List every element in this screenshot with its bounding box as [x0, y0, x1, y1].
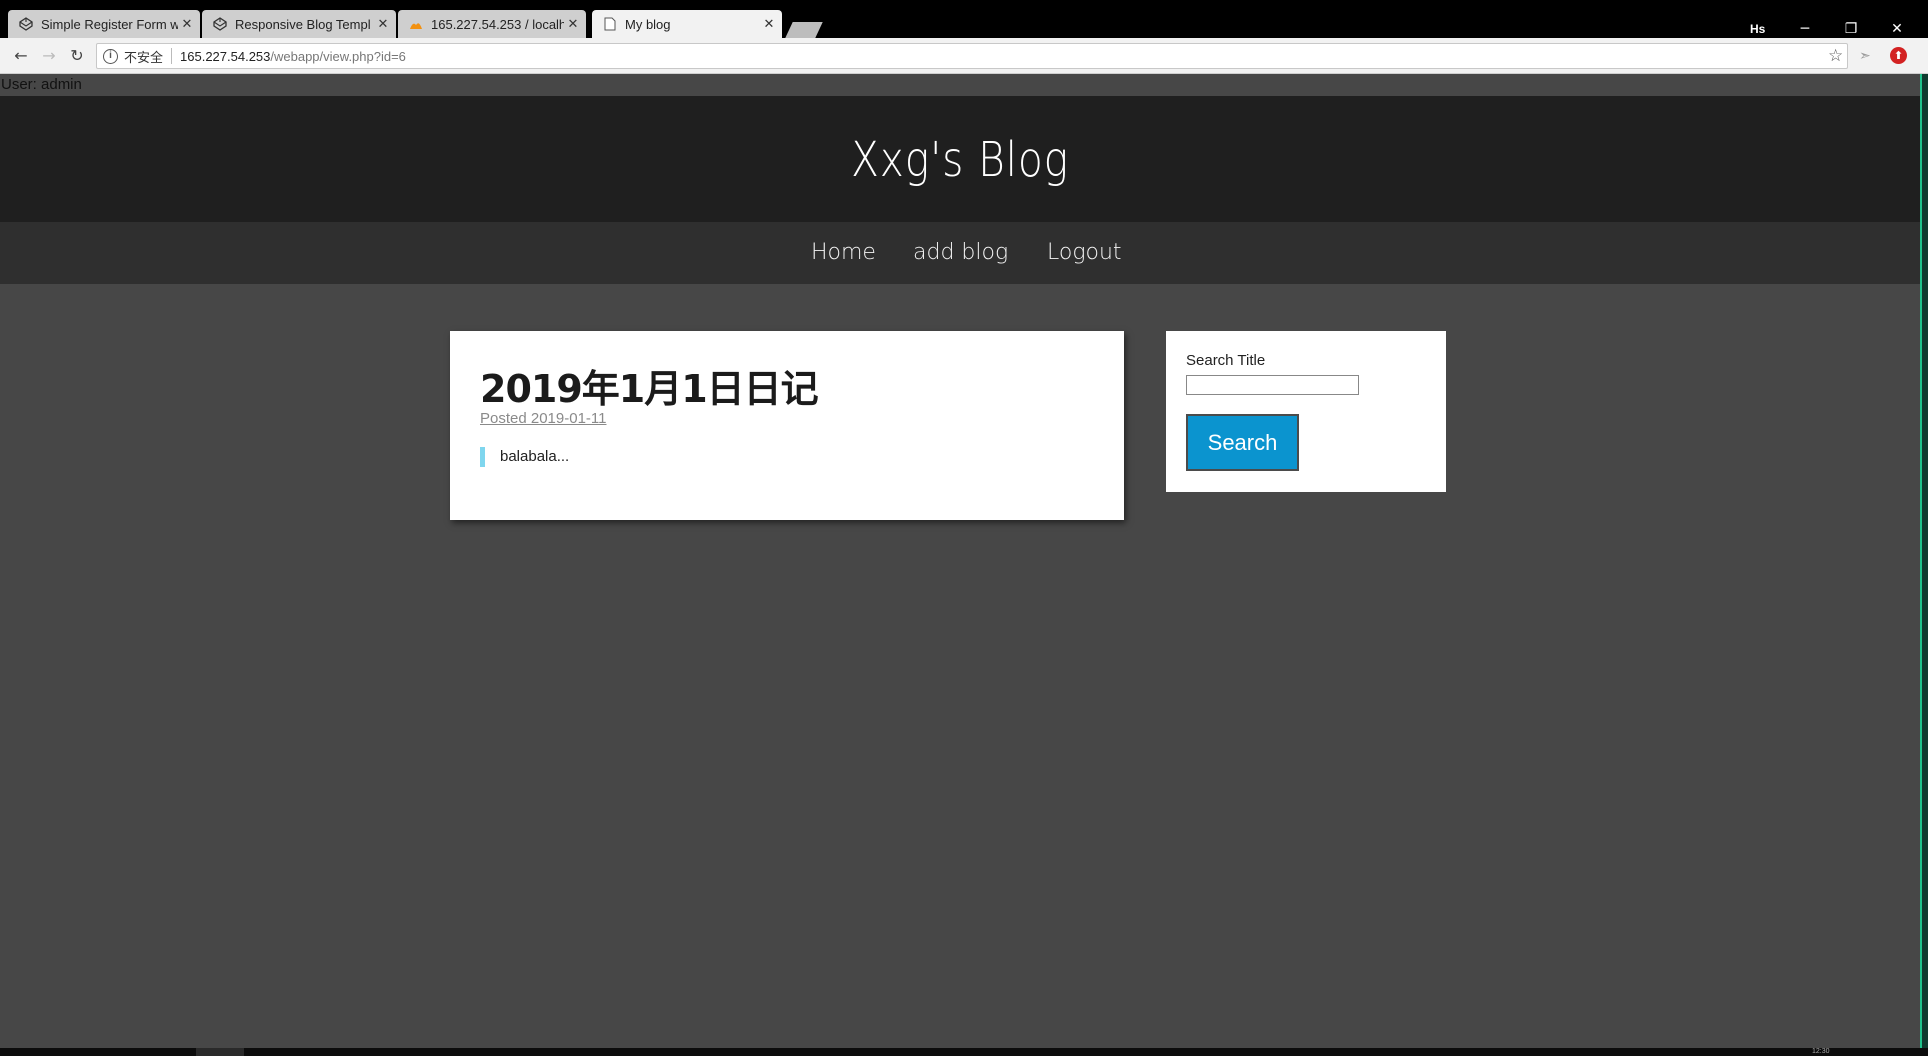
post-title[interactable]: 2019年1月1日日记	[480, 358, 819, 413]
url-path[interactable]: /webapp/view.php?id=6	[270, 49, 406, 64]
codepen-icon	[18, 16, 34, 32]
browser-tab-bar: Simple Register Form w ✕ Responsive Blog…	[0, 8, 1928, 38]
tab-title: My blog	[625, 16, 671, 32]
browser-top-strip	[0, 0, 1928, 8]
divider	[171, 48, 173, 64]
close-icon[interactable]: ✕	[178, 17, 196, 32]
browser-tab-blog-template[interactable]: Responsive Blog Templ ✕	[202, 10, 396, 38]
nav-link-add-blog[interactable]: add blog	[913, 240, 1008, 265]
search-widget: Search Title Search	[1166, 331, 1446, 492]
close-icon[interactable]: ✕	[760, 17, 778, 32]
site-nav: Home add blog Logout	[0, 222, 1920, 284]
address-bar[interactable]: i 不安全 165.227.54.253 /webapp/view.php?id…	[96, 43, 1848, 69]
new-tab-button[interactable]	[785, 22, 823, 38]
close-icon[interactable]: ✕	[564, 17, 582, 32]
taskbar-clock: 12:30	[1812, 1048, 1830, 1055]
post-card: 2019年1月1日日记 Posted 2019-01-11 balabala..…	[450, 331, 1124, 520]
browser-tab-my-blog[interactable]: My blog ✕	[592, 10, 782, 38]
window-close-icon[interactable]: ✕	[1877, 18, 1917, 40]
site-title[interactable]: Xxg's Blog	[144, 132, 1776, 188]
window-edge	[1920, 74, 1928, 1056]
nav-link-logout[interactable]: Logout	[1047, 240, 1122, 265]
extension-record-icon[interactable]: ⬆	[1890, 47, 1907, 64]
user-status-line: User: admin	[0, 74, 1920, 96]
phpmyadmin-icon	[408, 16, 424, 32]
restore-icon[interactable]: ❐	[1831, 18, 1871, 40]
browser-tab-register-form[interactable]: Simple Register Form w ✕	[8, 10, 200, 38]
post-excerpt: balabala...	[480, 447, 569, 467]
info-icon[interactable]: i	[103, 48, 118, 64]
extension-icon[interactable]: ➣	[1859, 48, 1871, 64]
back-arrow-icon[interactable]: ←	[11, 46, 31, 66]
forward-arrow-icon[interactable]: →	[39, 46, 59, 66]
site-header: Xxg's Blog	[0, 96, 1920, 222]
browser-toolbar: ← → ↻ i 不安全 165.227.54.253 /webapp/view.…	[0, 38, 1928, 74]
post-date-link[interactable]: Posted 2019-01-11	[480, 410, 606, 427]
security-label[interactable]: 不安全	[124, 47, 163, 66]
page-icon	[602, 16, 618, 32]
taskbar	[0, 1048, 1928, 1056]
nav-link-home[interactable]: Home	[811, 240, 876, 265]
search-button[interactable]: Search	[1186, 414, 1299, 471]
url-host[interactable]: 165.227.54.253	[180, 49, 270, 64]
search-input[interactable]	[1186, 375, 1359, 395]
minimize-icon[interactable]: ─	[1785, 18, 1825, 40]
bookmark-star-icon[interactable]: ☆	[1828, 46, 1843, 66]
browser-tab-phpmyadmin[interactable]: 165.227.54.253 / localh ✕	[398, 10, 586, 38]
reload-icon[interactable]: ↻	[67, 46, 87, 66]
search-label: Search Title	[1186, 352, 1266, 369]
tab-title: 165.227.54.253 / localh	[431, 16, 564, 32]
tab-title: Simple Register Form w	[41, 16, 178, 32]
taskbar-item[interactable]	[196, 1048, 244, 1056]
close-icon[interactable]: ✕	[374, 17, 392, 32]
window-user-badge[interactable]: Hs	[1750, 22, 1765, 36]
tab-title: Responsive Blog Templ	[235, 16, 371, 32]
codepen-icon	[212, 16, 228, 32]
